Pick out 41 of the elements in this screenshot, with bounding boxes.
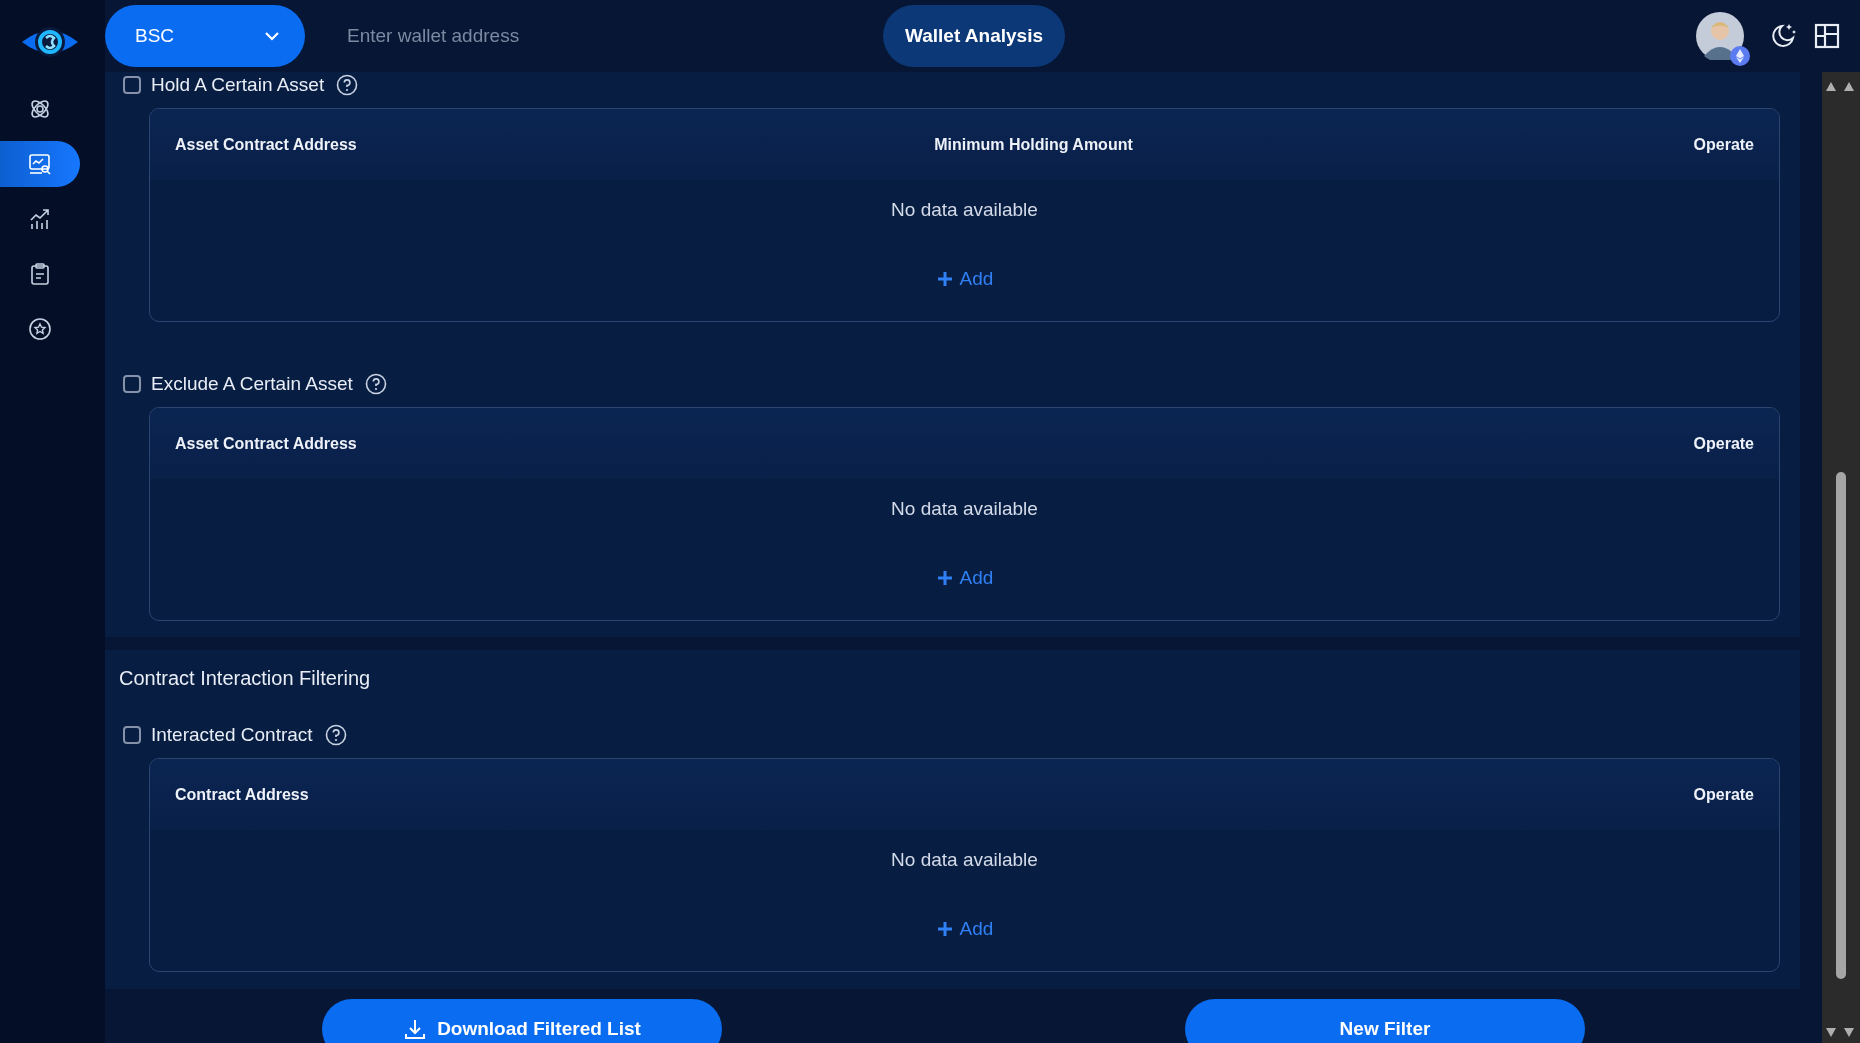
column-header: Operate — [1693, 434, 1754, 453]
sidebar-item[interactable] — [0, 141, 80, 187]
layout-icon[interactable] — [1812, 21, 1842, 51]
clipboard-icon — [28, 262, 52, 286]
filter-label: Exclude A Certain Asset — [151, 373, 353, 395]
column-header: Operate — [1693, 135, 1754, 154]
checkbox[interactable] — [123, 375, 141, 393]
checkbox[interactable] — [123, 726, 141, 744]
empty-message: No data available — [891, 198, 1038, 222]
checkbox[interactable] — [123, 76, 141, 94]
plus-icon — [935, 920, 954, 938]
plus-icon — [935, 270, 954, 288]
empty-message: No data available — [891, 497, 1038, 521]
filter-label: Hold A Certain Asset — [151, 74, 325, 96]
atom-icon — [28, 97, 52, 121]
column-header: Asset Contract Address — [175, 434, 358, 453]
column-header: Asset Contract Address — [175, 135, 358, 154]
help-icon[interactable] — [336, 74, 359, 96]
filter-label: Interacted Contract — [151, 724, 313, 746]
add-button[interactable]: Add — [935, 918, 994, 940]
help-icon[interactable] — [324, 724, 347, 746]
scrollbar-thumb[interactable] — [1836, 472, 1846, 979]
section-title: Contract Interaction Filtering — [119, 666, 372, 690]
chain-dropdown[interactable]: BSC — [105, 5, 305, 67]
column-header: Operate — [1693, 785, 1754, 804]
monitor-search-icon — [28, 152, 52, 176]
column-header: Minimum Holding Amount — [934, 135, 1134, 154]
help-icon[interactable] — [364, 373, 387, 395]
plus-icon — [935, 569, 954, 587]
ethereum-icon — [1730, 46, 1750, 66]
download-button[interactable]: Download Filtered List — [322, 999, 722, 1043]
add-button[interactable]: Add — [935, 268, 994, 290]
avatar[interactable] — [1696, 12, 1744, 60]
new-filter-button[interactable]: New Filter — [1185, 999, 1585, 1043]
empty-message: No data available — [891, 848, 1038, 872]
download-icon — [403, 1017, 428, 1041]
column-header: Contract Address — [175, 785, 310, 804]
add-button[interactable]: Add — [935, 567, 994, 589]
wallet-analysis-button[interactable]: Wallet Analysis — [883, 5, 1065, 67]
chart-icon — [28, 207, 52, 231]
wallet-address-field[interactable]: Enter wallet address — [345, 10, 869, 62]
